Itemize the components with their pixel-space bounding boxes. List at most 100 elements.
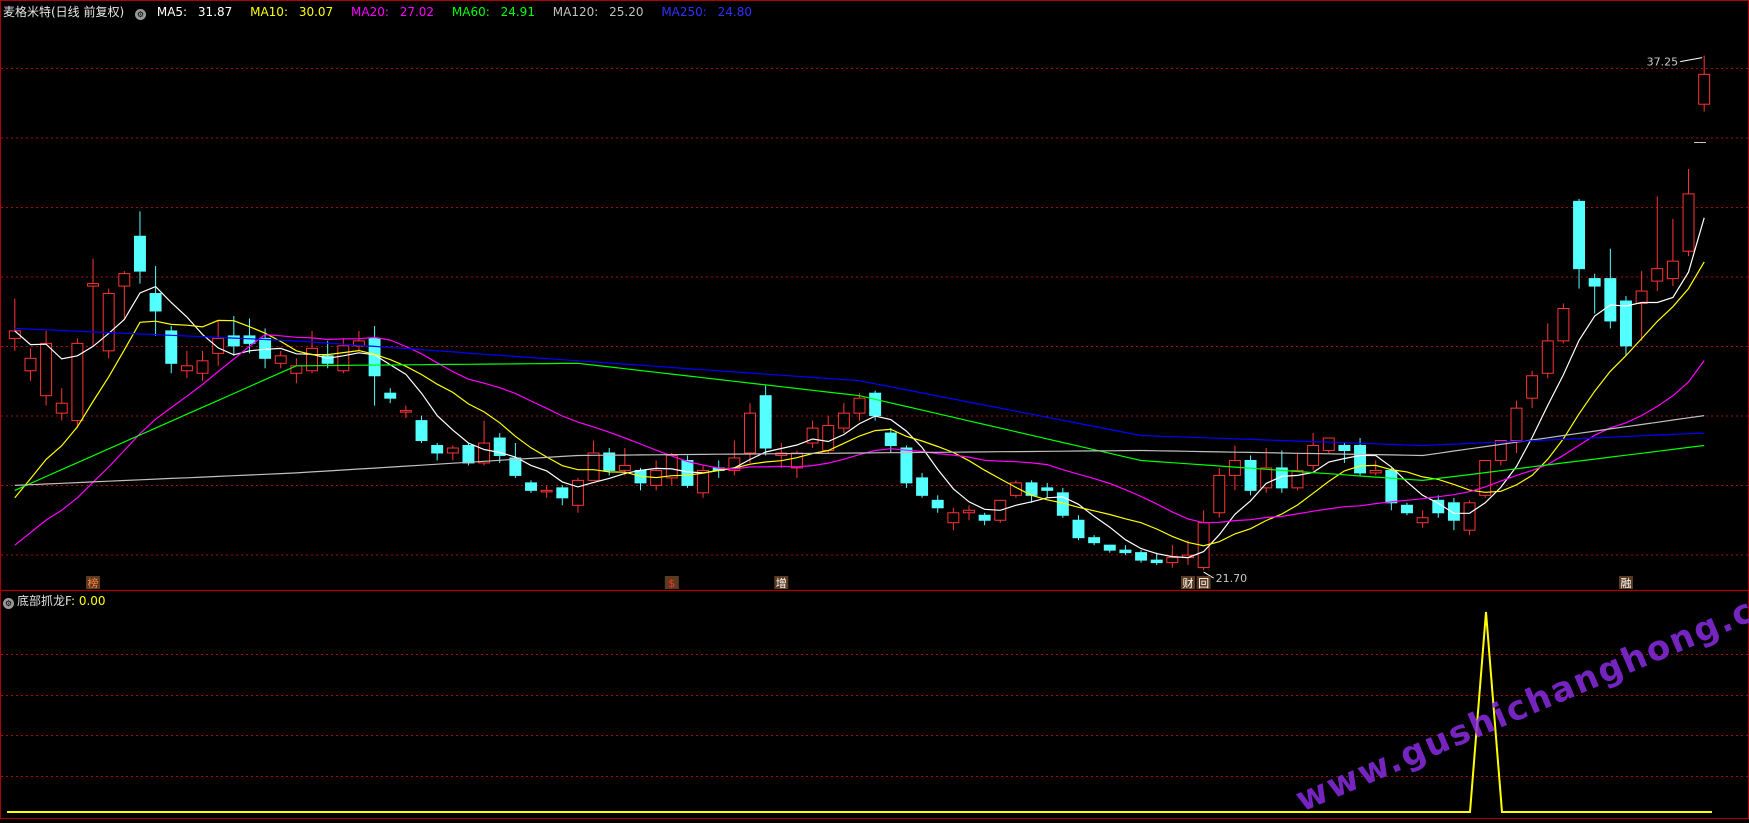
indicator-name[interactable]: 底部抓龙F xyxy=(17,594,71,608)
candle-down xyxy=(1119,549,1132,554)
candle-up xyxy=(1557,307,1570,342)
candle-up xyxy=(1369,469,1382,474)
candle-down xyxy=(133,235,146,272)
ma120-line xyxy=(14,415,1705,486)
ma5-legend: MA5: 31.87 xyxy=(156,5,233,19)
candle-up xyxy=(1541,340,1554,374)
watermark: www.gushichanghong.com xyxy=(1290,566,1749,819)
candle-up xyxy=(1682,193,1695,252)
settings-icon[interactable]: ⚙ xyxy=(135,9,147,20)
candle-down xyxy=(759,395,772,449)
candle-up xyxy=(1307,445,1320,466)
candle-up xyxy=(1698,73,1711,105)
candle-down xyxy=(1354,445,1367,474)
candle-down xyxy=(556,487,569,499)
candle-down xyxy=(884,432,897,447)
candle-up xyxy=(963,509,975,514)
candles-group xyxy=(8,55,1711,571)
candle-up xyxy=(71,342,84,422)
candle-up xyxy=(1291,469,1304,489)
event-marker: 财 xyxy=(1182,576,1193,590)
candle-up xyxy=(274,355,287,364)
candle-up xyxy=(1526,375,1539,399)
candle-up xyxy=(1479,459,1492,496)
chart-stage: 37.25 21.70 榜 $ 增 财回 融 www.gushichanghong.com xyxy=(0,0,1749,820)
candle-up xyxy=(1651,268,1664,282)
event-marker: 增 xyxy=(776,576,787,590)
candle-up xyxy=(618,464,631,471)
chart-header: 麦格米特(日线 前复权) ⚙ MA5: 31.87 MA10: 30.07 MA… xyxy=(3,3,766,20)
candle-up xyxy=(1213,474,1226,514)
candle-down xyxy=(259,337,272,359)
candle-down xyxy=(1401,504,1413,514)
candle-up xyxy=(1463,502,1476,531)
ma60-legend: MA60: 24.91 xyxy=(451,5,535,19)
candle-up xyxy=(947,512,960,524)
ma10-legend: MA10: 30.07 xyxy=(250,5,334,19)
candle-down xyxy=(1041,487,1054,491)
candle-down xyxy=(243,335,256,344)
candle-up xyxy=(24,357,37,372)
candle-up xyxy=(1260,467,1273,489)
candle-up xyxy=(478,442,491,464)
stock-title[interactable]: 麦格米特(日线 前复权) xyxy=(3,5,124,19)
candle-up xyxy=(102,293,115,352)
candle-down xyxy=(431,445,444,454)
candle-up xyxy=(55,402,68,414)
candle-down xyxy=(1619,300,1632,347)
candle-down xyxy=(509,457,522,476)
high-pointer xyxy=(1680,57,1703,63)
ma60-line xyxy=(14,362,1705,491)
candle-down xyxy=(1338,445,1351,451)
candle-up xyxy=(665,454,678,479)
indicator-settings-icon[interactable]: ⚙ xyxy=(3,598,14,609)
event-marker: 回 xyxy=(1198,577,1209,590)
candle-down xyxy=(869,392,882,417)
candle-up xyxy=(540,489,553,493)
candle-up xyxy=(822,425,835,451)
candle-up xyxy=(571,479,584,506)
candle-down xyxy=(681,459,694,486)
candle-down xyxy=(149,293,162,312)
candle-up xyxy=(212,337,225,354)
candle-down xyxy=(978,514,991,521)
candle-up xyxy=(337,345,350,372)
indicator-header: ⚙ 底部抓龙F: 0.00 xyxy=(3,592,106,609)
candle-up xyxy=(1322,437,1335,451)
candle-up xyxy=(744,412,756,454)
candle-down xyxy=(931,499,944,509)
candle-up xyxy=(837,412,850,429)
candle-down xyxy=(1088,537,1101,544)
candle-up xyxy=(1510,407,1523,442)
candle-down xyxy=(916,477,929,496)
candle-up xyxy=(587,452,600,481)
candle-up xyxy=(196,360,209,374)
ma120-legend: MA120: 25.20 xyxy=(552,5,644,19)
indicator-value: : 0.00 xyxy=(70,594,106,608)
candle-up xyxy=(1635,290,1648,305)
candle-up xyxy=(118,273,131,287)
candle-down xyxy=(1604,278,1617,322)
candle-down xyxy=(1385,469,1398,504)
candle-up xyxy=(306,347,318,372)
candle-down xyxy=(1150,559,1163,564)
ma250-legend: MA250: 24.80 xyxy=(661,5,753,19)
candle-up xyxy=(87,283,100,287)
event-marker: 榜 xyxy=(88,576,99,590)
candle-up xyxy=(40,342,53,397)
candle-up xyxy=(446,447,459,454)
high-price-label: 37.25 xyxy=(1647,56,1679,69)
candle-down xyxy=(1432,499,1445,514)
candle-down xyxy=(900,447,913,484)
candle-down xyxy=(415,420,428,442)
candle-down xyxy=(1244,459,1257,491)
candle-down xyxy=(1135,552,1148,561)
candle-down xyxy=(1103,544,1116,551)
candle-down xyxy=(1573,200,1586,270)
event-marker: $ xyxy=(668,577,675,590)
candle-up xyxy=(1666,260,1679,280)
candle-up xyxy=(399,410,412,413)
candle-down xyxy=(1072,519,1085,539)
candle-up xyxy=(1166,557,1179,564)
candle-down xyxy=(1588,278,1601,287)
